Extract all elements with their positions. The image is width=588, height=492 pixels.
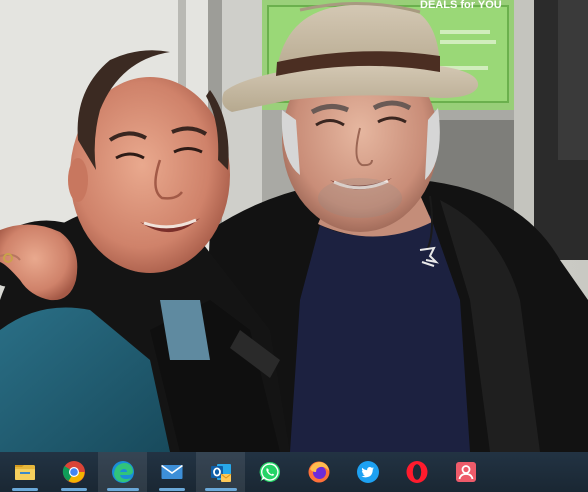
taskbar-mail[interactable] (147, 452, 196, 492)
chrome-icon (62, 461, 85, 483)
people-app-icon (455, 462, 476, 482)
running-indicator (355, 488, 381, 491)
running-indicator (60, 488, 87, 491)
taskbar-chrome[interactable] (49, 452, 98, 492)
running-indicator (11, 488, 38, 491)
running-indicator (158, 488, 185, 491)
photo-illustration: DEALS for YOU (0, 0, 588, 452)
running-indicator (257, 488, 283, 491)
firefox-icon (308, 461, 329, 483)
taskbar-edge[interactable] (98, 452, 147, 492)
taskbar-opera[interactable] (392, 452, 441, 492)
running-indicator (306, 488, 332, 491)
taskbar-people[interactable] (441, 452, 490, 492)
taskbar-whatsapp[interactable] (245, 452, 294, 492)
active-indicator (106, 488, 139, 491)
taskbar (0, 452, 588, 492)
outlook-icon (210, 464, 231, 482)
edge-icon (111, 461, 134, 483)
active-indicator (204, 488, 237, 491)
twitter-icon (356, 461, 379, 483)
taskbar-firefox[interactable] (294, 452, 343, 492)
poster-headline: DEALS for YOU (420, 0, 502, 11)
taskbar-outlook[interactable] (196, 452, 245, 492)
opera-icon (406, 461, 427, 483)
running-indicator (453, 488, 479, 491)
mail-icon (160, 464, 183, 479)
photo: DEALS for YOU (0, 0, 588, 452)
taskbar-file-explorer[interactable] (0, 452, 49, 492)
whatsapp-icon (259, 461, 280, 482)
taskbar-twitter[interactable] (343, 452, 392, 492)
file-explorer-icon (14, 465, 35, 480)
running-indicator (404, 488, 430, 491)
